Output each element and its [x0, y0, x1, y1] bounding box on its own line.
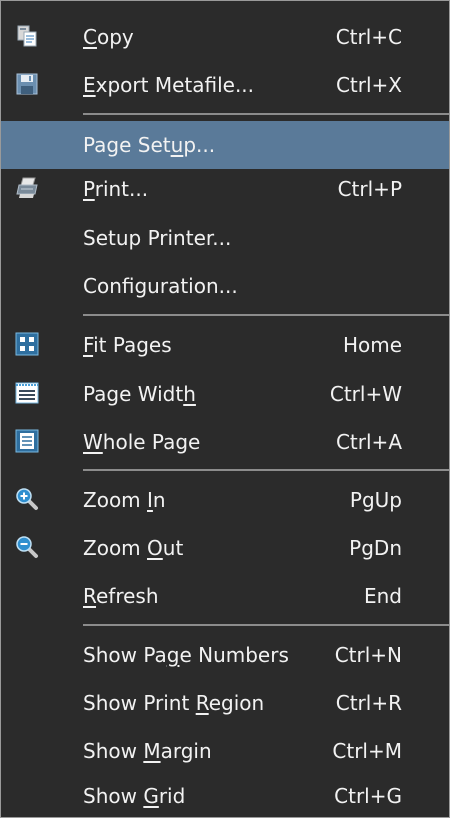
- context-menu: Copy Ctrl+C Export Metafile... Ctrl+X Pa…: [0, 0, 450, 818]
- menu-item-show-margin[interactable]: Show Margin Ctrl+M: [1, 727, 449, 775]
- menu-item-shortcut: Ctrl+R: [335, 691, 402, 715]
- menu-item-shortcut: Ctrl+A: [335, 430, 402, 454]
- menu-item-shortcut: Ctrl+X: [335, 73, 402, 97]
- menu-item-show-grid[interactable]: Show Grid Ctrl+G: [1, 775, 449, 817]
- menu-item-label: Fit Pages: [83, 333, 172, 357]
- menu-item-shortcut: Ctrl+C: [335, 25, 402, 49]
- fit-pages-icon: [15, 332, 39, 356]
- menu-item-label: Copy: [83, 25, 134, 49]
- menu-separator: [83, 469, 449, 471]
- menu-item-shortcut: Home: [342, 333, 402, 357]
- copy-icon: [15, 24, 39, 48]
- menu-item-label: Print...: [83, 177, 149, 201]
- menu-item-copy[interactable]: Copy Ctrl+C: [1, 13, 449, 61]
- menu-item-whole-page[interactable]: Whole Page Ctrl+A: [1, 418, 449, 466]
- menu-item-label: Export Metafile...: [83, 73, 255, 97]
- menu-item-setup-printer[interactable]: Setup Printer...: [1, 214, 449, 262]
- menu-item-show-page-numbers[interactable]: Show Page Numbers Ctrl+N: [1, 631, 449, 679]
- save-disk-icon: [15, 72, 39, 96]
- menu-item-label: Refresh: [83, 584, 159, 608]
- menu-item-shortcut: PgDn: [349, 536, 402, 560]
- menu-item-label: Configuration...: [83, 274, 238, 298]
- menu-item-export-metafile[interactable]: Export Metafile... Ctrl+X: [1, 61, 449, 109]
- menu-item-label: Show Margin: [83, 739, 212, 763]
- menu-item-label: Page Width: [83, 382, 196, 406]
- whole-page-icon: [15, 429, 39, 453]
- zoom-in-icon: [15, 487, 39, 511]
- menu-item-fit-pages[interactable]: Fit Pages Home: [1, 321, 449, 369]
- zoom-out-icon: [15, 535, 39, 559]
- menu-item-configuration[interactable]: Configuration...: [1, 262, 449, 310]
- menu-separator: [83, 624, 449, 626]
- menu-item-label: Show Print Region: [83, 691, 265, 715]
- menu-item-label: Show Grid: [83, 784, 186, 808]
- menu-item-label: Setup Printer...: [83, 226, 232, 250]
- menu-item-shortcut: Ctrl+G: [334, 784, 402, 808]
- menu-item-label: Zoom In: [83, 488, 166, 512]
- menu-item-shortcut: Ctrl+M: [332, 739, 402, 763]
- menu-item-shortcut: PgUp: [349, 488, 402, 512]
- menu-item-label: Page Setup...: [83, 133, 216, 157]
- menu-item-show-print-region[interactable]: Show Print Region Ctrl+R: [1, 679, 449, 727]
- menu-item-zoom-in[interactable]: Zoom In PgUp: [1, 476, 449, 524]
- menu-item-shortcut: End: [363, 584, 402, 608]
- menu-item-shortcut: Ctrl+W: [329, 382, 402, 406]
- menu-separator: [83, 314, 449, 316]
- menu-item-page-width[interactable]: Page Width Ctrl+W: [1, 370, 449, 418]
- menu-item-zoom-out[interactable]: Zoom Out PgDn: [1, 524, 449, 572]
- menu-item-page-setup[interactable]: Page Setup...: [1, 121, 449, 169]
- menu-item-label: Show Page Numbers: [83, 643, 289, 667]
- menu-item-shortcut: Ctrl+N: [334, 643, 402, 667]
- menu-item-print[interactable]: Print... Ctrl+P: [1, 165, 449, 213]
- printer-icon: [15, 176, 39, 200]
- page-width-icon: [15, 381, 39, 405]
- menu-item-label: Zoom Out: [83, 536, 184, 560]
- menu-separator: [83, 113, 449, 115]
- menu-item-shortcut: Ctrl+P: [337, 177, 402, 201]
- menu-item-refresh[interactable]: Refresh End: [1, 572, 449, 620]
- menu-item-label: Whole Page: [83, 430, 201, 454]
